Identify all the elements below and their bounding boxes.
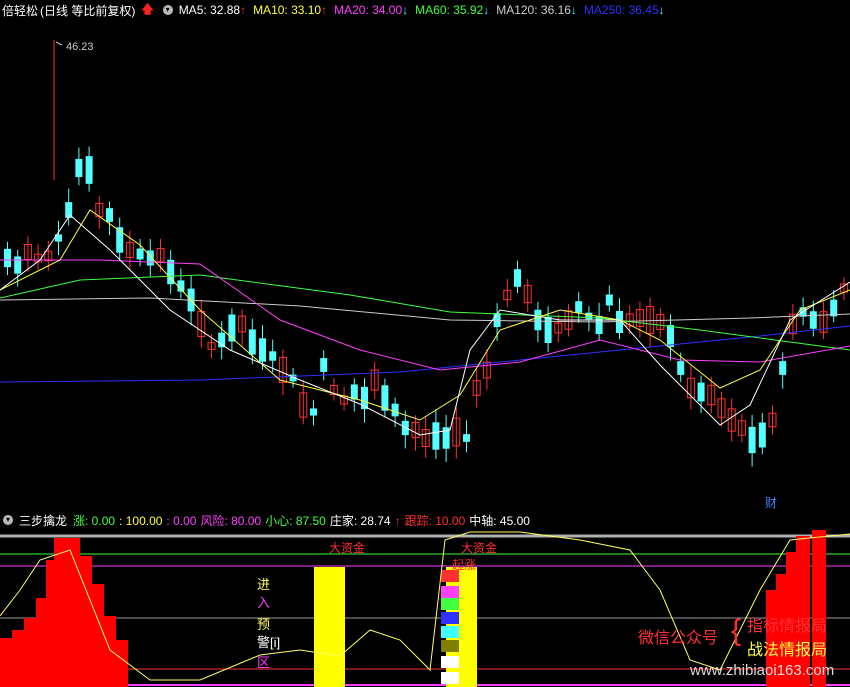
ma-legend-item: MA120: 36.16↓: [496, 3, 577, 17]
indicator-value: : 0.00: [166, 513, 197, 528]
indicator-value: 小心: 87.50: [265, 513, 326, 528]
indicator-value: 中轴: 45.00: [469, 513, 530, 528]
candlestick-chart[interactable]: 46.23 财: [0, 20, 850, 510]
watermark-site: www.zhibiaoi163.com: [690, 662, 835, 679]
start-rise-label: 起涨: [452, 557, 476, 572]
indicator-value: 跟踪: 10.00: [404, 513, 466, 528]
ma-legend-item: MA10: 33.10↑: [253, 3, 328, 17]
indicator-header-bar: ▾ 三步擒龙 涨: 0.00: 100.00: 0.00 风险: 80.00 小心:…: [0, 510, 850, 530]
indicator-value: 涨: 0.00: [73, 513, 116, 528]
watermark-line1: 指标情报局: [747, 618, 828, 635]
candles: [4, 146, 848, 467]
stock-name[interactable]: 倍轻松: [2, 2, 38, 19]
zone-char: 预: [257, 617, 271, 632]
ma-trend-arrow: ↓: [483, 3, 490, 17]
ma-legend-item: MA20: 34.00↓: [334, 3, 409, 17]
ma-legend-item: MA60: 35.92↓: [415, 3, 490, 17]
signal-stack: [441, 570, 459, 684]
high-price-label: 46.23: [66, 41, 94, 53]
ma-trend-arrow: ↓: [570, 3, 577, 17]
big-funds-label-2: 大资金: [461, 540, 497, 555]
watermark-wechat: 微信公众号: [638, 630, 719, 647]
high-pointer: [55, 41, 63, 46]
zone-char: 区: [257, 655, 271, 670]
indicator-value: ↑: [394, 513, 401, 528]
ma-trend-arrow: ↓: [402, 3, 409, 17]
ma-trend-arrow: ↑: [321, 3, 328, 17]
period-label[interactable]: (日线 等比前复权): [40, 2, 135, 19]
indicator-values: 涨: 0.00: 100.00: 0.00 风险: 80.00 小心: 87.50 庄…: [73, 512, 534, 529]
ma-legend-item: MA250: 36.45↓: [583, 3, 665, 17]
zone-char: 入: [257, 595, 271, 610]
watermark-line2: 战法情报局: [747, 642, 828, 659]
indicator-value: 风险: 80.00: [200, 513, 262, 528]
ma-trend-arrow: ↓: [658, 3, 665, 17]
top-header-bar: 倍轻松 (日线 等比前复权) 🡅 ▾ MA5: 32.88↑ MA10: 33.1…: [0, 0, 850, 20]
ma-trend-arrow: ↑: [240, 3, 247, 17]
zone-char: 进: [257, 577, 271, 592]
ma-legend: MA5: 32.88↑ MA10: 33.10↑ MA20: 34.00↓ MA60:…: [179, 3, 672, 17]
indicator-value: : 100.00: [119, 513, 163, 528]
up-arrow-icon: 🡅: [141, 1, 154, 16]
moving-average-lines: [0, 209, 850, 436]
chevron-down-icon[interactable]: ▾: [3, 515, 13, 525]
zone-char: 警[i]: [257, 635, 281, 650]
big-funds-label-1: 大资金: [329, 540, 365, 555]
yellow-bar-1: [314, 567, 345, 687]
indicator-name[interactable]: 三步擒龙: [19, 512, 67, 529]
watermark-brace: {: [731, 614, 742, 647]
chevron-down-icon[interactable]: ▾: [162, 5, 173, 15]
financial-marker[interactable]: 财: [765, 496, 777, 510]
ma-legend-item: MA5: 32.88↑: [178, 3, 247, 17]
indicator-value: 庄家: 28.74: [329, 513, 391, 528]
